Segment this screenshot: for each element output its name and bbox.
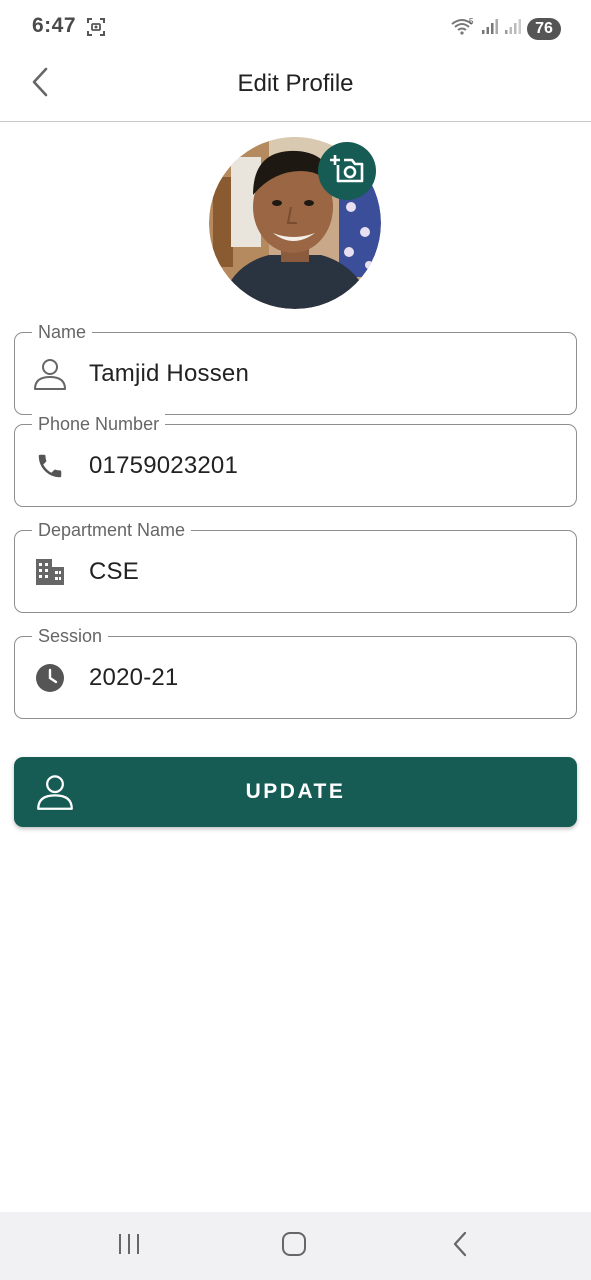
- clock-icon: [33, 661, 67, 695]
- update-label: UPDATE: [245, 780, 346, 803]
- system-navigation-bar: [0, 1212, 591, 1280]
- department-name-label: Department Name: [32, 519, 192, 541]
- department-name-field[interactable]: Department Name CSE: [14, 519, 577, 613]
- department-name-value: CSE: [89, 558, 139, 585]
- session-field[interactable]: Session 2020-21: [14, 625, 577, 719]
- status-bar: 6:47 5 76: [0, 0, 591, 56]
- app-bar: Edit Profile: [0, 56, 591, 122]
- signal-icon: [481, 17, 499, 40]
- wifi-icon: 5: [450, 16, 476, 41]
- name-value: Tamjid Hossen: [89, 360, 249, 387]
- recents-icon: [117, 1232, 141, 1261]
- session-value: 2020-21: [89, 664, 179, 691]
- phone-number-value: 01759023201: [89, 452, 239, 479]
- edit-profile-screen: 6:47 5 76 Edit Profile Name Tamjid Hosse…: [0, 0, 591, 1280]
- avatar-section: [209, 137, 381, 309]
- phone-icon: [33, 449, 67, 483]
- status-time: 6:47: [32, 14, 77, 37]
- person-icon: [33, 357, 67, 391]
- update-button[interactable]: UPDATE: [14, 757, 577, 827]
- back-icon: [450, 1231, 470, 1262]
- signal-icon-2: [504, 17, 522, 40]
- battery-indicator: 76: [527, 17, 561, 40]
- session-label: Session: [32, 625, 109, 647]
- svg-text:5: 5: [469, 17, 474, 26]
- page-title: Edit Profile: [237, 70, 354, 97]
- system-back-button[interactable]: [440, 1228, 480, 1264]
- phone-number-label: Phone Number: [32, 413, 166, 435]
- name-field[interactable]: Name Tamjid Hossen: [14, 321, 577, 415]
- status-indicators: 5 76: [450, 16, 561, 41]
- home-icon: [281, 1231, 307, 1262]
- change-photo-button[interactable]: [318, 142, 376, 200]
- screenshot-icon: [86, 17, 106, 37]
- add-photo-icon: [330, 154, 364, 189]
- name-label: Name: [32, 321, 93, 343]
- phone-number-field[interactable]: Phone Number 01759023201: [14, 413, 577, 507]
- home-button[interactable]: [274, 1228, 314, 1264]
- recents-button[interactable]: [109, 1228, 149, 1264]
- building-icon: [33, 555, 67, 589]
